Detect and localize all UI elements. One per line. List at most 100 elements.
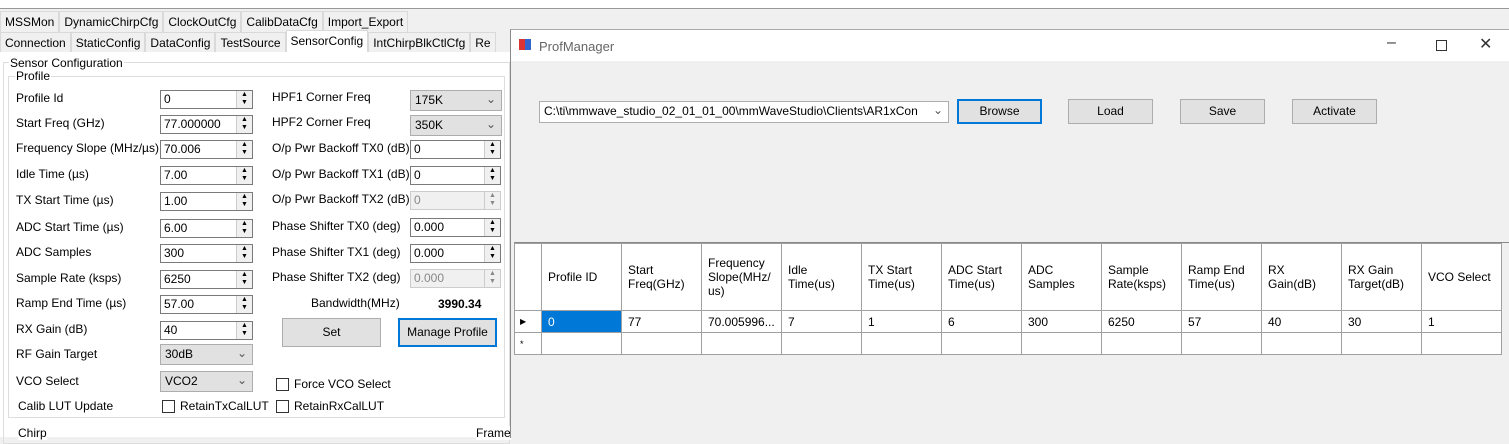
column-header[interactable]: Ramp End Time(us) [1181, 243, 1262, 311]
table-cell[interactable]: 6250 [1101, 310, 1182, 333]
tab-connection[interactable]: Connection [0, 32, 71, 53]
spin-buttons-icon[interactable]: ▲ ▼ [236, 193, 252, 210]
field-input[interactable]: 40 ▲ ▼ [160, 321, 253, 340]
column-header[interactable]: Profile ID [541, 243, 622, 311]
field-input[interactable]: 300 ▲ ▼ [160, 244, 253, 263]
spin-buttons-icon[interactable]: ▲ ▼ [484, 141, 500, 158]
tab-sensorconfig[interactable]: SensorConfig [285, 30, 369, 54]
spin-buttons-icon[interactable]: ▲ ▼ [236, 296, 252, 313]
empty-cell[interactable] [1341, 332, 1422, 355]
field-input[interactable]: 6.00 ▲ ▼ [160, 219, 253, 238]
tab-mssmon[interactable]: MSSMon [0, 11, 60, 32]
empty-cell[interactable] [621, 332, 702, 355]
field-input[interactable]: 70.006 ▲ ▼ [160, 140, 253, 159]
close-icon[interactable]: ✕ [1479, 34, 1492, 54]
empty-cell[interactable] [1181, 332, 1262, 355]
empty-cell[interactable] [861, 332, 942, 355]
chevron-down-icon: ⌄ [485, 117, 496, 131]
field-input[interactable]: 0 ▲ ▼ [410, 191, 501, 210]
table-cell[interactable]: 77 [621, 310, 702, 333]
table-cell[interactable]: 30 [1341, 310, 1422, 333]
spin-buttons-icon[interactable]: ▲ ▼ [236, 245, 252, 262]
spin-buttons-icon[interactable]: ▲ ▼ [236, 91, 252, 108]
spin-buttons-icon[interactable]: ▲ ▼ [236, 141, 252, 158]
column-header[interactable]: VCO Select [1421, 243, 1502, 311]
retain-rx-checkbox[interactable] [276, 400, 289, 413]
table-cell[interactable]: 7 [781, 310, 862, 333]
spin-buttons-icon[interactable]: ▲ ▼ [484, 245, 500, 262]
tab-import_export[interactable]: Import_Export [322, 11, 409, 32]
column-header[interactable]: RX Gain Target(dB) [1341, 243, 1422, 311]
manage-profile-button[interactable]: Manage Profile [398, 318, 497, 347]
spin-buttons-icon[interactable]: ▲ ▼ [484, 192, 500, 209]
field-input[interactable]: 1.00 ▲ ▼ [160, 192, 253, 211]
path-combobox[interactable]: C:\ti\mmwave_studio_02_01_01_00\mmWaveSt… [539, 101, 949, 123]
empty-cell[interactable] [541, 332, 622, 355]
spin-buttons-icon[interactable]: ▲ ▼ [236, 116, 252, 133]
empty-cell[interactable] [1261, 332, 1342, 355]
rf-gain-select[interactable]: 30dB ⌄ [160, 344, 253, 365]
empty-cell[interactable] [701, 332, 782, 355]
table-cell[interactable]: 70.005996... [701, 310, 782, 333]
field-input[interactable]: 0.000 ▲ ▼ [410, 244, 501, 263]
minimize-icon[interactable]: – [1387, 34, 1396, 52]
tab-dynamicchirpcfg[interactable]: DynamicChirpCfg [59, 11, 164, 32]
spin-buttons-icon[interactable]: ▲ ▼ [236, 271, 252, 288]
vco-select[interactable]: VCO2 ⌄ [160, 371, 253, 392]
field-input[interactable]: 57.00 ▲ ▼ [160, 295, 253, 314]
column-header[interactable]: ADC Start Time(us) [941, 243, 1022, 311]
spin-buttons-icon[interactable]: ▲ ▼ [484, 219, 500, 236]
spin-buttons-icon[interactable]: ▲ ▼ [484, 167, 500, 184]
browse-button[interactable]: Browse [957, 99, 1042, 124]
column-header[interactable]: Frequency Slope(MHz/ us) [701, 243, 782, 311]
field-input[interactable]: 0 ▲ ▼ [160, 90, 253, 109]
empty-cell[interactable] [941, 332, 1022, 355]
table-cell[interactable]: 40 [1261, 310, 1342, 333]
field-input[interactable]: 7.00 ▲ ▼ [160, 166, 253, 185]
tab-re[interactable]: Re [470, 32, 496, 53]
table-cell[interactable]: 0 [541, 310, 622, 333]
spin-buttons-icon[interactable]: ▲ ▼ [236, 167, 252, 184]
empty-cell[interactable] [1021, 332, 1102, 355]
save-button[interactable]: Save [1180, 99, 1265, 124]
spin-buttons-icon[interactable]: ▲ ▼ [236, 220, 252, 237]
field-input[interactable]: 0 ▲ ▼ [410, 140, 501, 159]
column-header[interactable]: TX Start Time(us) [861, 243, 942, 311]
table-cell[interactable]: 300 [1021, 310, 1102, 333]
empty-cell[interactable] [781, 332, 862, 355]
field-input[interactable]: 6250 ▲ ▼ [160, 270, 253, 289]
column-header[interactable]: Start Freq(GHz) [621, 243, 702, 311]
column-header[interactable]: Sample Rate(ksps) [1101, 243, 1182, 311]
spin-buttons-icon[interactable]: ▲ ▼ [484, 270, 500, 287]
spin-buttons-icon[interactable]: ▲ ▼ [236, 322, 252, 339]
field-input[interactable]: 0.000 ▲ ▼ [410, 218, 501, 237]
table-cell[interactable]: 1 [861, 310, 942, 333]
table-cell[interactable]: 57 [1181, 310, 1262, 333]
tab-dataconfig[interactable]: DataConfig [145, 32, 216, 53]
table-row[interactable]: ▶ 0 77 70.005996... 7 1 6 300 6250 57 40 30 1 [514, 310, 1502, 333]
retain-tx-checkbox[interactable] [162, 400, 175, 413]
new-row[interactable]: * [514, 332, 1502, 355]
tab-staticconfig[interactable]: StaticConfig [70, 32, 146, 53]
field-input[interactable]: 77.000000 ▲ ▼ [160, 115, 253, 134]
empty-cell[interactable] [1421, 332, 1502, 355]
column-header[interactable]: Idle Time(us) [781, 243, 862, 311]
tab-clockoutcfg[interactable]: ClockOutCfg [163, 11, 242, 32]
tab-testsource[interactable]: TestSource [215, 32, 286, 53]
maximize-icon[interactable] [1436, 40, 1447, 51]
column-header[interactable]: ADC Samples [1021, 243, 1102, 311]
hpf2-select[interactable]: 350K ⌄ [410, 115, 502, 136]
set-button[interactable]: Set [282, 318, 381, 347]
column-header[interactable]: RX Gain(dB) [1261, 243, 1342, 311]
hpf1-select[interactable]: 175K ⌄ [410, 90, 502, 111]
tab-intchirpblkctlcfg[interactable]: IntChirpBlkCtlCfg [368, 32, 471, 53]
field-input[interactable]: 0 ▲ ▼ [410, 166, 501, 185]
field-input[interactable]: 0.000 ▲ ▼ [410, 269, 501, 288]
empty-cell[interactable] [1101, 332, 1182, 355]
table-cell[interactable]: 6 [941, 310, 1022, 333]
activate-button[interactable]: Activate [1292, 99, 1377, 124]
load-button[interactable]: Load [1068, 99, 1153, 124]
force-vco-checkbox[interactable] [276, 378, 289, 391]
table-cell[interactable]: 1 [1421, 310, 1502, 333]
tab-calibdatacfg[interactable]: CalibDataCfg [241, 11, 323, 32]
